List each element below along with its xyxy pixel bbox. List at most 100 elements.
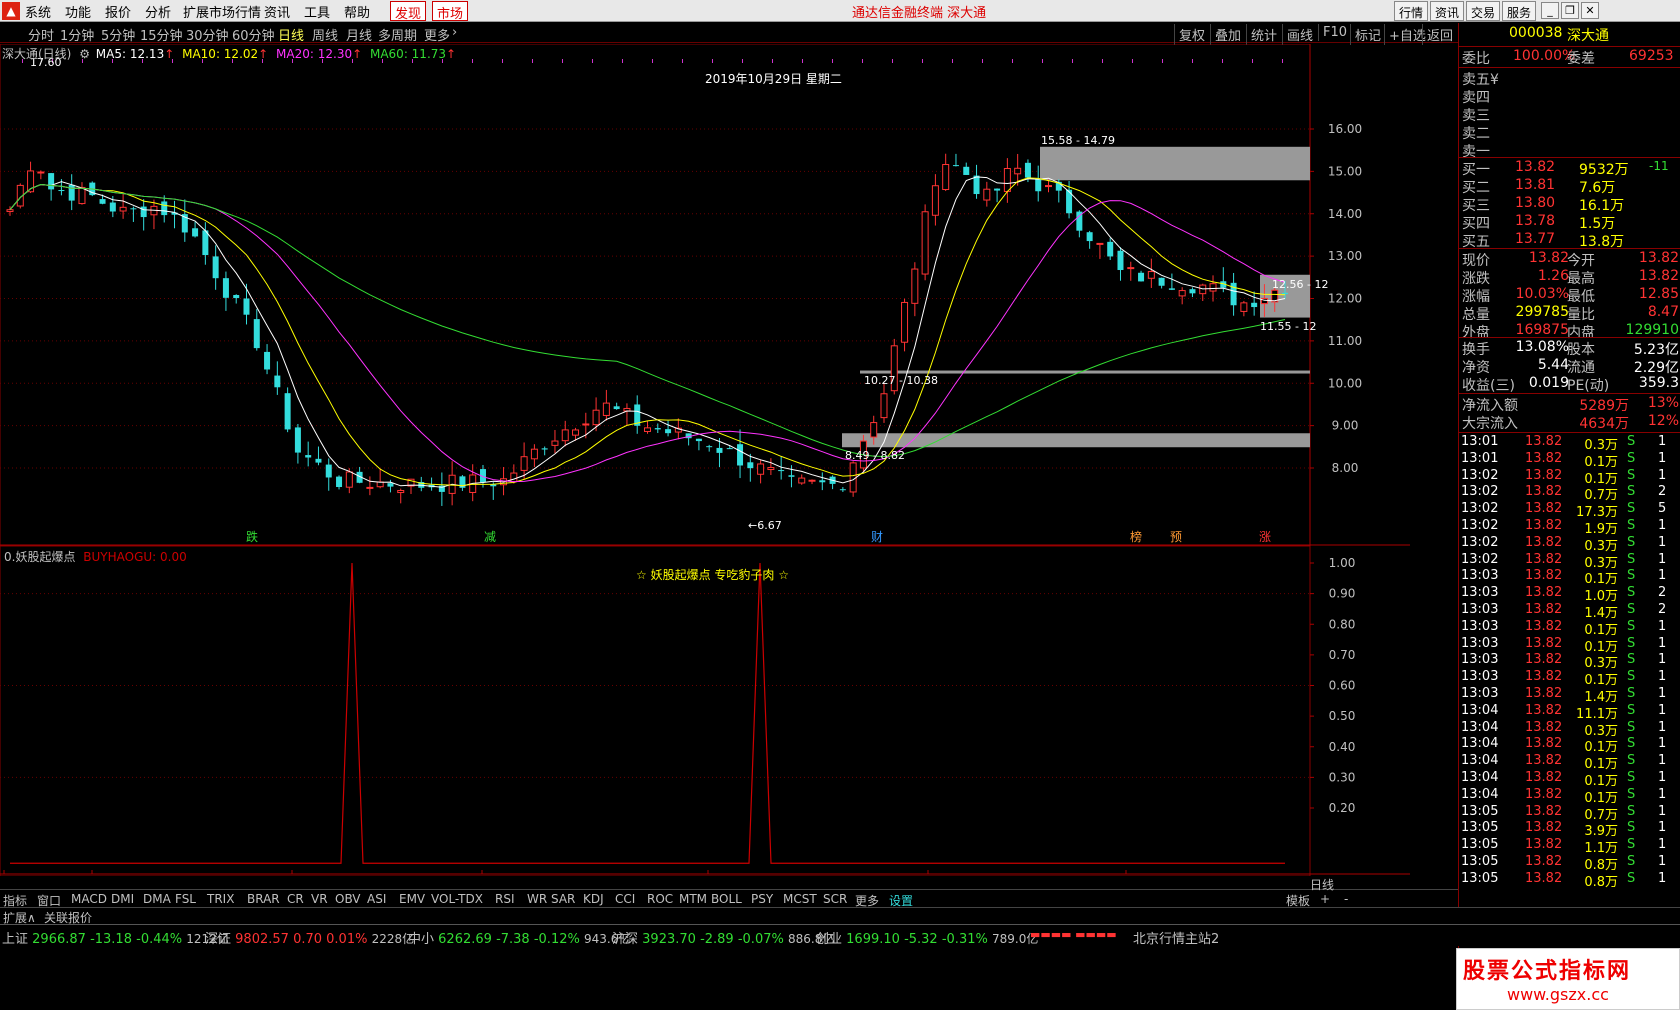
candle-body <box>942 164 950 191</box>
indicator-tab[interactable]: RSI <box>495 892 515 906</box>
candle-body <box>1240 302 1248 312</box>
period-15min[interactable]: 15分钟 <box>140 25 183 44</box>
indicator-tab[interactable]: KDJ <box>583 892 604 906</box>
indicator-legend: 0.妖股起爆点 BUYHAOGU: 0.00 <box>4 548 187 565</box>
indicator-tab[interactable]: PSY <box>751 892 773 906</box>
nav-quote-button[interactable]: 行情 <box>1394 1 1429 21</box>
f10-button[interactable]: F10 <box>1318 24 1351 41</box>
candle-body <box>274 375 281 388</box>
candle-body <box>490 484 497 487</box>
draw-button[interactable]: 画线 <box>1282 24 1317 45</box>
tick-row: 13:03 13.82 1.0万 S 2 <box>1461 585 1667 605</box>
indicator-tab[interactable]: ROC <box>647 892 673 906</box>
maximize-icon[interactable]: ❐ <box>1561 2 1579 19</box>
find-button[interactable]: 发现 <box>390 1 427 22</box>
indicator-tab[interactable]: BOLL <box>711 892 742 906</box>
window-title: 通达信金融终端 深大通 <box>852 6 987 21</box>
tick-row: 13:05 13.82 3.9万 S 1 <box>1461 820 1667 840</box>
indicator-chart[interactable]: 1.000.900.800.700.600.500.400.300.202019… <box>0 546 1410 876</box>
indicator-tab[interactable]: SAR <box>551 892 575 906</box>
candle-body <box>1107 241 1114 257</box>
period-intraday[interactable]: 分时 <box>28 25 54 44</box>
indicator-tab[interactable]: MCST <box>783 892 817 906</box>
nav-trade-button[interactable]: 交易 <box>1466 1 1501 21</box>
indicator-tab[interactable]: CCI <box>615 892 635 906</box>
top-marker <box>742 59 743 63</box>
period-multi[interactable]: 多周期 <box>378 25 417 44</box>
indicator-tab[interactable]: MACD <box>71 892 107 906</box>
candle-body <box>1024 162 1031 178</box>
indicator-tab[interactable]: CR <box>287 892 304 906</box>
indicator-tab[interactable]: FSL <box>175 892 196 906</box>
period-more[interactable]: 更多 <box>424 25 450 44</box>
period-daily[interactable]: 日线 <box>278 25 304 44</box>
chevron-right-icon[interactable]: › <box>452 25 457 40</box>
menu-function[interactable]: 功能 <box>65 2 91 21</box>
tick-row: 13:05 13.82 0.8万 S 1 <box>1461 870 1667 890</box>
price-annotation: 11.55 - 12 <box>1260 320 1316 333</box>
index-item[interactable]: 深证 9802.57 0.70 0.01% 2228亿 <box>205 928 414 947</box>
period-30min[interactable]: 30分钟 <box>186 25 229 44</box>
candle-body <box>870 422 878 438</box>
candle-body <box>572 429 580 436</box>
indicator-tab[interactable]: SCR <box>823 892 847 906</box>
candle-body <box>582 423 590 426</box>
candle-body <box>284 393 291 430</box>
menu-analysis[interactable]: 分析 <box>145 2 171 21</box>
index-item[interactable]: 创业 1699.10 -5.32 -0.31% 789.0亿 <box>816 928 1038 947</box>
period-monthly[interactable]: 月线 <box>346 25 372 44</box>
mark-button[interactable]: 标记 <box>1350 24 1385 45</box>
close-icon[interactable]: ✕ <box>1581 2 1599 19</box>
indicator-tab[interactable]: VOL-TDX <box>431 892 483 906</box>
indicator-tab[interactable]: VR <box>311 892 328 906</box>
menu-news[interactable]: 资讯 <box>264 2 290 21</box>
quote-title: 000038 深大通 <box>1459 25 1680 45</box>
stats-button[interactable]: 统计 <box>1246 24 1281 45</box>
top-marker <box>532 59 533 63</box>
indicator-tab[interactable]: EMV <box>399 892 425 906</box>
tick-row: 13:04 13.82 0.1万 S 1 <box>1461 786 1667 806</box>
indicator-tab[interactable]: DMA <box>143 892 171 906</box>
nav-news-button[interactable]: 资讯 <box>1430 1 1465 21</box>
indicator-tab[interactable]: WR <box>527 892 547 906</box>
stat-row: 总量 299785 量比 8.47 <box>1462 304 1679 323</box>
menu-tools[interactable]: 工具 <box>304 2 330 21</box>
template-button[interactable]: - <box>1344 892 1348 906</box>
index-item[interactable]: 上证 2966.87 -13.18 -0.44% 1212亿 <box>2 928 229 947</box>
indicator-tab[interactable]: ASI <box>367 892 386 906</box>
ind-frame <box>0 546 1311 876</box>
settings-icon[interactable]: ⚙ <box>79 47 90 61</box>
period-label: 日线 <box>1310 878 1335 892</box>
top-marker <box>562 59 563 63</box>
indicator-tab[interactable]: MTM <box>679 892 707 906</box>
adjust-button[interactable]: 复权 <box>1174 24 1209 45</box>
template-button[interactable]: + <box>1320 892 1330 906</box>
indicator-tab[interactable]: DMI <box>111 892 134 906</box>
nav-service-button[interactable]: 服务 <box>1502 1 1537 21</box>
menu-system[interactable]: 系统 <box>25 2 51 21</box>
menu-quote[interactable]: 报价 <box>105 2 131 21</box>
kline-chart[interactable]: 16.00 15.00 14.00 13.00 12.00 11.00 10.00 9.00 8… <box>0 44 1410 546</box>
period-60min[interactable]: 60分钟 <box>232 25 275 44</box>
server-label[interactable]: 北京行情主站2 <box>1133 928 1219 947</box>
buy-level-row: 买四 13.78 1.5万 <box>1462 213 1616 232</box>
period-1min[interactable]: 1分钟 <box>60 25 94 44</box>
indicator-tab[interactable]: TRIX <box>207 892 234 906</box>
index-item[interactable]: 沪深 3923.70 -2.89 -0.07% 886.8亿 <box>612 928 834 947</box>
period-weekly[interactable]: 周线 <box>312 25 338 44</box>
ma10-label: MA10: 12.02 <box>182 47 259 61</box>
index-item[interactable]: 中小 6262.69 -7.38 -0.12% 943.6亿 <box>408 928 630 947</box>
overlay-button[interactable]: 叠加 <box>1210 24 1245 45</box>
indicator-tab[interactable]: OBV <box>335 892 361 906</box>
event-marker: 涨 <box>1259 529 1271 544</box>
candle-body <box>767 467 775 471</box>
period-5min[interactable]: 5分钟 <box>101 25 135 44</box>
candle-body <box>1138 272 1145 282</box>
indicator-tab[interactable]: BRAR <box>247 892 280 906</box>
menu-help[interactable]: 帮助 <box>344 2 370 21</box>
minimize-icon[interactable]: _ <box>1541 2 1559 19</box>
tick-row: 13:04 13.82 11.1万 S 1 <box>1461 702 1667 722</box>
back-button[interactable]: 返回 <box>1422 24 1457 45</box>
market-button[interactable]: 市场 <box>432 1 469 22</box>
menu-ext-market[interactable]: 扩展市场行情 <box>183 2 261 21</box>
